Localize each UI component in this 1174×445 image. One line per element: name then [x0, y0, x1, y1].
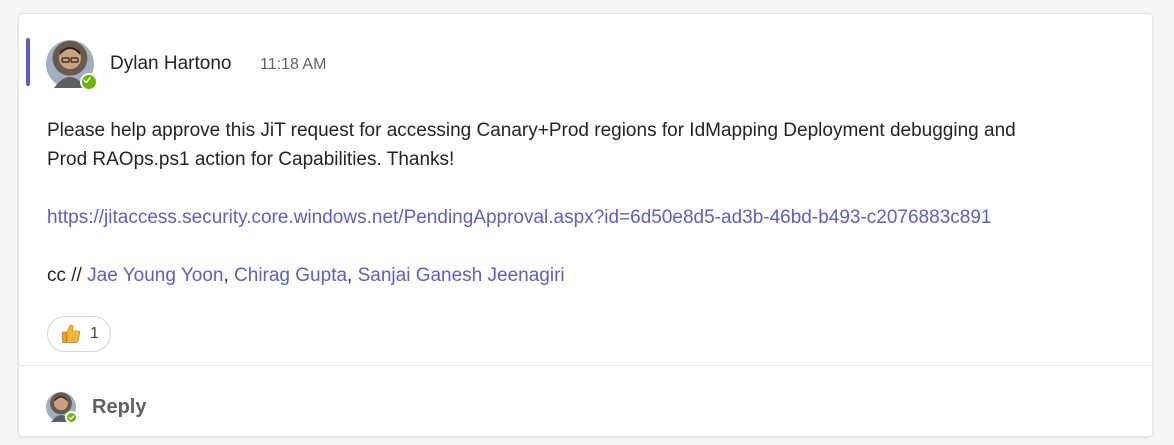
mention-separator: ,: [347, 265, 358, 286]
message-line: Please help approve this JiT request for…: [47, 120, 1016, 141]
reaction-like-button[interactable]: 1: [47, 316, 111, 352]
divider: [19, 365, 1152, 366]
mention-chirag-gupta[interactable]: Chirag Gupta: [234, 265, 347, 286]
reaction-count: 1: [90, 325, 99, 342]
cc-prefix: cc //: [47, 265, 88, 286]
message-line: Prod RAOps.ps1 action for Capabilities. …: [47, 149, 455, 170]
avatar[interactable]: [46, 40, 98, 91]
mention-jae-young-yoon[interactable]: Jae Young Yoon: [87, 265, 223, 286]
jit-request-link[interactable]: https://jitaccess.security.core.windows.…: [47, 207, 991, 228]
presence-available-icon: [65, 411, 78, 424]
message-timestamp: 11:18 AM: [260, 56, 327, 73]
reply-avatar: [46, 392, 78, 424]
reply-label: Reply: [92, 395, 147, 418]
thumbs-up-icon: [62, 324, 81, 344]
reply-button[interactable]: Reply: [46, 392, 147, 424]
author-name[interactable]: Dylan Hartono: [110, 53, 231, 75]
message-body: Please help approve this JiT request for…: [47, 116, 1137, 290]
message-card: Dylan Hartono 11:18 AM Please help appro…: [18, 13, 1153, 437]
mention-sanjai-ganesh-jeenagiri[interactable]: Sanjai Ganesh Jeenagiri: [358, 265, 565, 286]
cc-line: cc // Jae Young Yoon, Chirag Gupta, Sanj…: [47, 261, 1137, 290]
message-accent-bar: [26, 38, 30, 86]
presence-available-icon: [80, 73, 98, 91]
mention-separator: ,: [223, 265, 235, 286]
